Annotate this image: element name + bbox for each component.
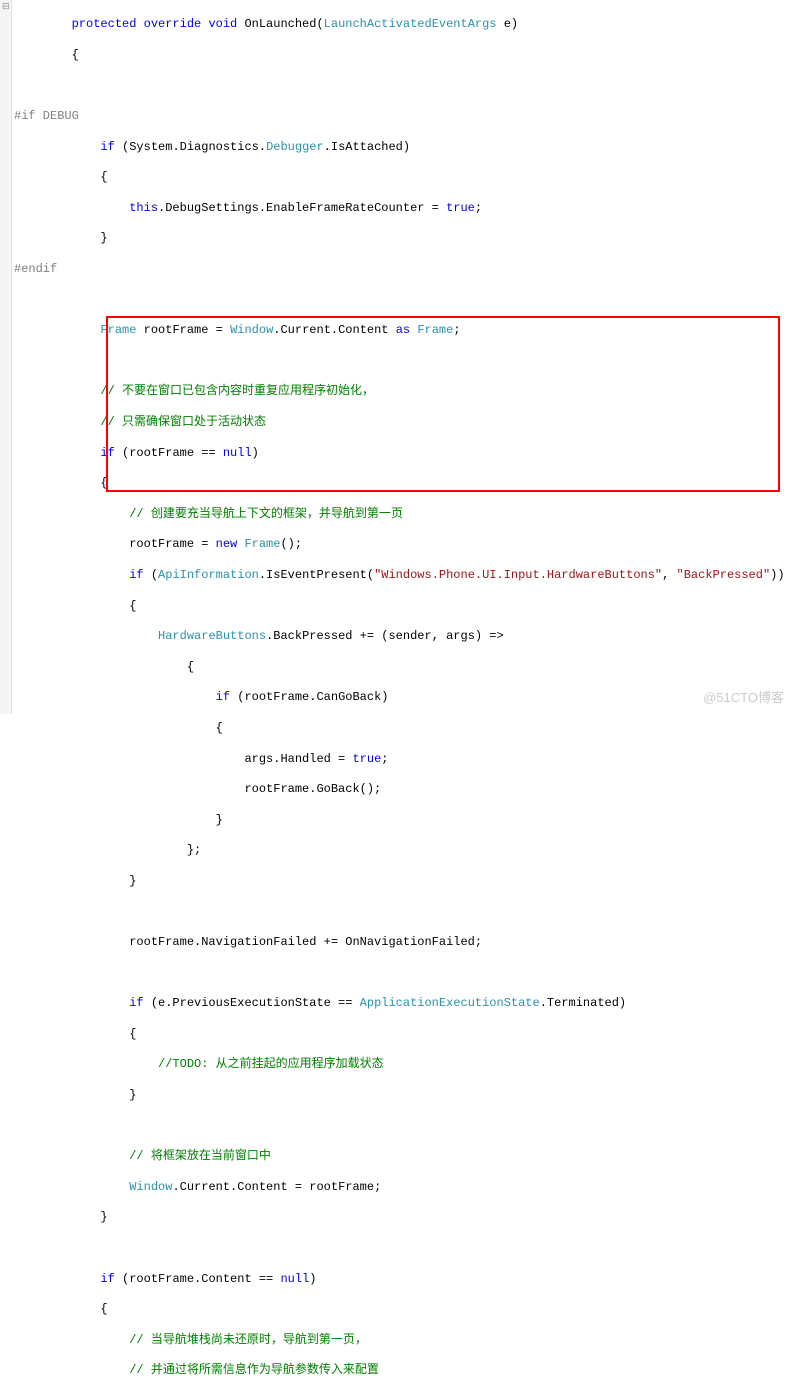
code-line: { (14, 721, 796, 736)
code-editor[interactable]: protected override void OnLaunched(Launc… (14, 0, 796, 1394)
preprocessor-directive: #endif (14, 262, 796, 277)
code-line: }; (14, 843, 796, 858)
code-line (14, 354, 796, 369)
code-line: Frame rootFrame = Window.Current.Content… (14, 323, 796, 338)
code-line (14, 78, 796, 93)
code-line (14, 1119, 796, 1134)
code-line: // 当导航堆栈尚未还原时，导航到第一页， (14, 1333, 796, 1348)
code-line: } (14, 874, 796, 889)
code-line (14, 966, 796, 981)
code-line: } (14, 231, 796, 246)
code-line: // 并通过将所需信息作为导航参数传入来配置 (14, 1363, 796, 1378)
code-line: { (14, 660, 796, 675)
code-line: protected override void OnLaunched(Launc… (14, 17, 796, 32)
outline-minus: ⊟ (2, 2, 10, 12)
code-line: rootFrame.GoBack(); (14, 782, 796, 797)
code-line: if (rootFrame.Content == null) (14, 1272, 796, 1287)
preprocessor-directive: #if DEBUG (14, 109, 796, 124)
code-line: } (14, 813, 796, 828)
code-line: rootFrame = new Frame(); (14, 537, 796, 552)
code-line: } (14, 1210, 796, 1225)
code-line: { (14, 170, 796, 185)
code-line: if (ApiInformation.IsEventPresent("Windo… (14, 568, 796, 583)
code-line (14, 905, 796, 920)
code-line: HardwareButtons.BackPressed += (sender, … (14, 629, 796, 644)
code-line: if (rootFrame == null) (14, 446, 796, 461)
code-line: // 不要在窗口已包含内容时重复应用程序初始化， (14, 384, 796, 399)
code-line: // 创建要充当导航上下文的框架，并导航到第一页 (14, 507, 796, 522)
code-line: //TODO: 从之前挂起的应用程序加载状态 (14, 1057, 796, 1072)
code-line: // 将框架放在当前窗口中 (14, 1149, 796, 1164)
code-line: rootFrame.NavigationFailed += OnNavigati… (14, 935, 796, 950)
code-line: if (e.PreviousExecutionState == Applicat… (14, 996, 796, 1011)
code-line (14, 1241, 796, 1256)
code-line: { (14, 476, 796, 491)
code-line: args.Handled = true; (14, 752, 796, 767)
code-line: this.DebugSettings.EnableFrameRateCounte… (14, 201, 796, 216)
code-line: } (14, 1088, 796, 1103)
code-line: // 只需确保窗口处于活动状态 (14, 415, 796, 430)
code-line (14, 293, 796, 308)
code-line: { (14, 1027, 796, 1042)
code-line: { (14, 599, 796, 614)
code-line: { (14, 1302, 796, 1317)
code-line: if (rootFrame.CanGoBack) (14, 690, 796, 705)
code-line: if (System.Diagnostics.Debugger.IsAttach… (14, 140, 796, 155)
watermark: @51CTO博客 (703, 687, 784, 706)
gutter: ⊟ (0, 0, 12, 714)
code-line: { (14, 48, 796, 63)
code-line: Window.Current.Content = rootFrame; (14, 1180, 796, 1195)
